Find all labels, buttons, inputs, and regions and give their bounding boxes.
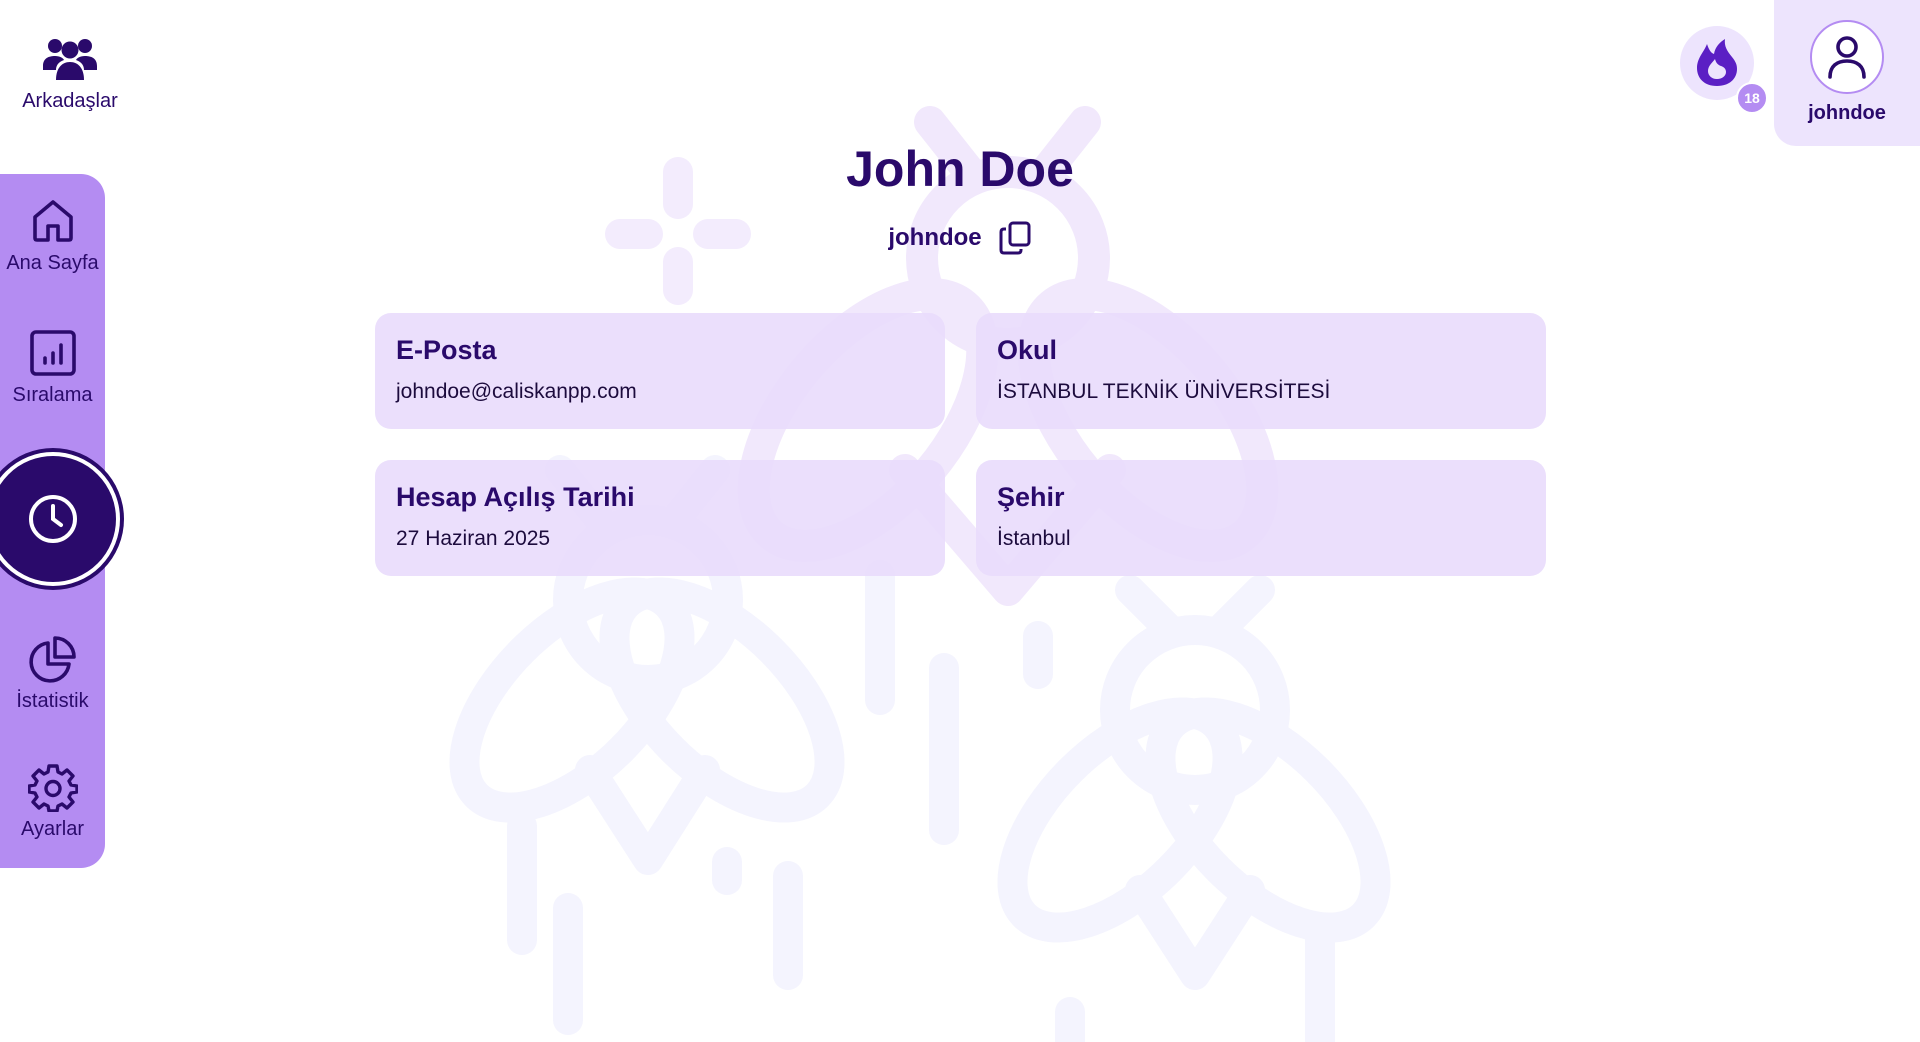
card-value: İSTANBUL TEKNİK ÜNİVERSİTESİ [997,380,1331,403]
sidebar-item-timer[interactable] [0,452,120,586]
account-date-card: Hesap Açılış Tarihi 27 Haziran 2025 [375,460,945,576]
page-title: John Doe [846,141,1074,197]
friends-label: Arkadaşlar [22,90,118,112]
sidebar-item-settings[interactable]: Ayarlar [0,762,105,841]
flame-icon [1697,39,1737,86]
profile-button[interactable]: johndoe [1774,0,1920,146]
card-value: johndoe@caliskanpp.com [396,380,637,403]
clock-icon [29,495,77,543]
card-title: Şehir [997,482,1065,512]
bar-chart-icon [29,330,76,376]
sidebar-item-label: İstatistik [16,690,89,712]
sidebar-item-label: Ana Sayfa [6,252,99,274]
sidebar-item-home[interactable]: Ana Sayfa [0,196,105,275]
card-value: İstanbul [997,527,1071,550]
user-icon [1828,36,1866,79]
city-card: Şehir İstanbul [976,460,1546,576]
username: johndoe [888,224,982,251]
card-value: 27 Haziran 2025 [396,527,551,550]
card-title: Okul [997,335,1058,365]
username-row: johndoe [760,220,1160,256]
sidebar: Ana Sayfa Sıralama İstatistik Ayarlar [0,174,120,868]
avatar [1810,20,1884,94]
profile-page: Arkadaşlar Ana Sayfa Sıralama İstatistik… [0,0,1920,1042]
card-title: E-Posta [396,335,497,365]
school-card: Okul İSTANBUL TEKNİK ÜNİVERSİTESİ [976,313,1546,429]
copy-icon [999,221,1031,255]
sidebar-item-statistics[interactable]: İstatistik [0,634,105,713]
email-card: E-Posta johndoe@caliskanpp.com [375,313,945,429]
users-icon [43,39,97,80]
streak-count-badge: 18 [1736,82,1768,114]
home-icon [32,200,73,242]
friends-button[interactable]: Arkadaşlar [8,36,132,113]
sidebar-item-label: Ayarlar [21,818,84,840]
pie-chart-icon [28,636,76,683]
sidebar-item-leaderboard[interactable]: Sıralama [0,328,105,407]
card-title: Hesap Açılış Tarihi [396,482,635,512]
copy-username-button[interactable] [998,220,1032,256]
gear-icon [27,764,78,812]
profile-username: johndoe [1808,102,1886,124]
sidebar-item-label: Sıralama [12,384,93,406]
